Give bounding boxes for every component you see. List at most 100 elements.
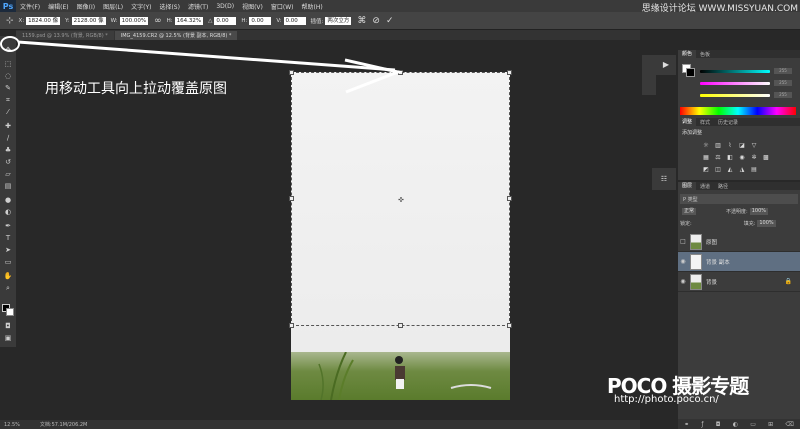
cancel-transform-icon[interactable]: ⊘ bbox=[372, 16, 380, 26]
menu-layer[interactable]: 图层(L) bbox=[99, 2, 127, 11]
add-mask-icon[interactable]: ◘ bbox=[716, 421, 721, 428]
h-skew-field[interactable]: H: 0.00 bbox=[241, 16, 272, 25]
tab-color[interactable]: 颜色 bbox=[678, 50, 697, 58]
zoom-level[interactable]: 12.5% bbox=[4, 422, 20, 428]
transform-handle-bottom-left[interactable] bbox=[289, 323, 294, 328]
menu-3d[interactable]: 3D(D) bbox=[212, 3, 238, 10]
gradient-tool-icon[interactable]: ▤ bbox=[3, 182, 13, 190]
blur-tool-icon[interactable]: ● bbox=[3, 196, 13, 204]
transform-handle-bottom-right[interactable] bbox=[507, 323, 512, 328]
eye-icon[interactable]: ◉ bbox=[678, 258, 688, 265]
gradient-map-icon[interactable]: ▤ bbox=[750, 166, 758, 173]
b-value[interactable]: 255 bbox=[774, 92, 792, 98]
healing-tool-icon[interactable]: ✚ bbox=[3, 122, 13, 130]
zoom-tool-icon[interactable]: ⌕ bbox=[3, 284, 13, 292]
quick-mask-icon[interactable]: ◘ bbox=[3, 322, 13, 330]
opacity-input[interactable]: 100% bbox=[749, 207, 768, 215]
transform-handle-bottom[interactable] bbox=[398, 323, 403, 328]
color-bg-swatch[interactable] bbox=[686, 68, 695, 77]
brush-tool-icon[interactable]: ∕ bbox=[3, 134, 13, 142]
color-balance-icon[interactable]: ⚖ bbox=[714, 154, 722, 161]
menu-image[interactable]: 图像(I) bbox=[73, 2, 99, 11]
invert-icon[interactable]: ◩ bbox=[702, 166, 710, 173]
stamp-tool-icon[interactable]: ♣ bbox=[3, 146, 13, 154]
posterize-icon[interactable]: ◫ bbox=[714, 166, 722, 173]
g-value[interactable]: 255 bbox=[774, 80, 792, 86]
menu-type[interactable]: 文字(Y) bbox=[127, 2, 155, 11]
commit-transform-icon[interactable]: ✓ bbox=[386, 16, 394, 26]
b-slider[interactable] bbox=[700, 94, 770, 97]
menu-window[interactable]: 窗口(W) bbox=[267, 2, 298, 11]
transform-handle-top-right[interactable] bbox=[507, 70, 512, 75]
tab-swatches[interactable]: 色板 bbox=[696, 51, 714, 58]
menu-help[interactable]: 帮助(H) bbox=[298, 2, 327, 11]
blend-mode-select[interactable]: 正常 bbox=[682, 207, 697, 215]
vibrance-icon[interactable]: ▽ bbox=[750, 142, 758, 149]
width-field[interactable]: W: 100.00% bbox=[111, 16, 149, 25]
trash-icon[interactable]: ⌫ bbox=[785, 421, 793, 428]
color-spectrum[interactable] bbox=[680, 107, 796, 115]
path-select-tool-icon[interactable]: ➤ bbox=[3, 246, 13, 254]
interpolation-select[interactable]: 插值: 两次立方 bbox=[311, 16, 352, 25]
collapsed-panel-strip[interactable] bbox=[642, 55, 656, 95]
tab-channels[interactable]: 通道 bbox=[696, 183, 714, 190]
selective-color-icon[interactable]: ◮ bbox=[738, 166, 746, 173]
pen-tool-icon[interactable]: ✒ bbox=[3, 222, 13, 230]
v-skew-field[interactable]: V: 0.00 bbox=[276, 16, 306, 25]
y-field[interactable]: Y: 2128.00 像 bbox=[65, 16, 106, 25]
menu-file[interactable]: 文件(F) bbox=[16, 2, 44, 11]
hue-saturation-icon[interactable]: ▦ bbox=[702, 154, 710, 161]
layer-row-background[interactable]: ◉ 背景 🔒 bbox=[678, 272, 800, 292]
fill-input[interactable]: 100% bbox=[757, 219, 776, 227]
curves-icon[interactable]: ⌇ bbox=[726, 142, 734, 149]
type-tool-icon[interactable]: T bbox=[3, 234, 13, 242]
tab-styles[interactable]: 样式 bbox=[696, 119, 714, 126]
exposure-icon[interactable]: ◪ bbox=[738, 142, 746, 149]
background-color-swatch[interactable] bbox=[6, 308, 14, 316]
channel-mixer-icon[interactable]: ✲ bbox=[750, 154, 758, 161]
menu-edit[interactable]: 编辑(E) bbox=[44, 2, 72, 11]
visibility-off-icon[interactable]: □ bbox=[678, 238, 688, 245]
angle-field[interactable]: △ 0.00 bbox=[208, 16, 237, 25]
g-slider[interactable] bbox=[700, 82, 770, 85]
layer-row-background-copy[interactable]: ◉ 背景 副本 bbox=[678, 252, 800, 272]
levels-icon[interactable]: ▥ bbox=[714, 142, 722, 149]
hand-tool-icon[interactable]: ✋ bbox=[3, 272, 13, 280]
r-value[interactable]: 255 bbox=[774, 68, 792, 74]
link-layers-icon[interactable]: ⚭ bbox=[684, 421, 689, 428]
fx-icon[interactable]: ƒ bbox=[701, 421, 703, 428]
dodge-tool-icon[interactable]: ◐ bbox=[3, 208, 13, 216]
photo-filter-icon[interactable]: ◉ bbox=[738, 154, 746, 161]
transform-center-icon[interactable]: ✜ bbox=[398, 196, 404, 204]
new-group-icon[interactable]: ▭ bbox=[750, 421, 756, 428]
history-brush-tool-icon[interactable]: ↺ bbox=[3, 158, 13, 166]
eraser-tool-icon[interactable]: ▱ bbox=[3, 170, 13, 178]
play-icon[interactable]: ▶ bbox=[656, 55, 676, 75]
warp-icon[interactable]: ⌘ bbox=[357, 16, 366, 26]
tab-history[interactable]: 历史记录 bbox=[714, 119, 742, 126]
height-field[interactable]: H: 164.32% bbox=[167, 16, 204, 25]
adjustment-layer-icon[interactable]: ◐ bbox=[733, 421, 738, 428]
brightness-icon[interactable]: ☼ bbox=[702, 142, 710, 149]
eye-icon[interactable]: ◉ bbox=[678, 278, 688, 285]
menu-select[interactable]: 选择(S) bbox=[155, 2, 184, 11]
layer-row-original[interactable]: □ 原图 bbox=[678, 232, 800, 252]
transform-handle-left[interactable] bbox=[289, 196, 294, 201]
new-layer-icon[interactable]: ⊞ bbox=[768, 421, 773, 428]
r-slider[interactable] bbox=[700, 70, 770, 73]
black-white-icon[interactable]: ◧ bbox=[726, 154, 734, 161]
color-lookup-icon[interactable]: ▩ bbox=[762, 154, 770, 161]
tab-layers[interactable]: 图层 bbox=[678, 182, 697, 190]
screen-mode-icon[interactable]: ▣ bbox=[3, 334, 13, 342]
x-field[interactable]: X: 1824.00 像 bbox=[19, 16, 61, 25]
shape-tool-icon[interactable]: ▭ bbox=[3, 258, 13, 266]
collapsed-panel-icon[interactable]: ☷ bbox=[652, 168, 676, 190]
tab-adjustments[interactable]: 调整 bbox=[678, 118, 697, 126]
threshold-icon[interactable]: ◭ bbox=[726, 166, 734, 173]
transform-handle-right[interactable] bbox=[507, 196, 512, 201]
layer-filter-row[interactable]: P 类型 bbox=[680, 194, 798, 204]
link-icon[interactable]: ∞ bbox=[154, 16, 162, 26]
menu-view[interactable]: 视图(V) bbox=[238, 2, 267, 11]
menu-filter[interactable]: 滤镜(T) bbox=[184, 2, 212, 11]
tab-paths[interactable]: 路径 bbox=[714, 183, 732, 190]
